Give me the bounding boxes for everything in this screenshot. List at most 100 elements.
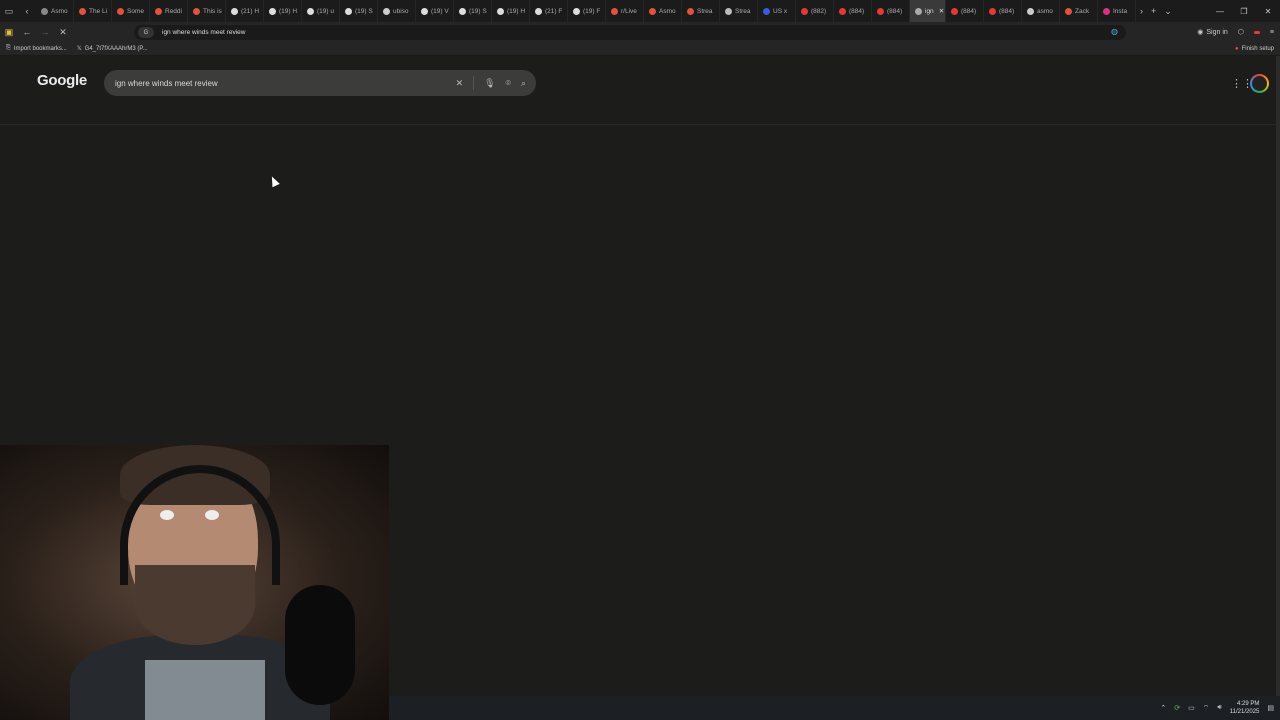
notification-icon[interactable]: ▤ xyxy=(1267,704,1274,712)
tab-favicon-icon xyxy=(497,7,504,15)
tab-list-chevron-icon[interactable]: ⌄ xyxy=(1164,6,1172,17)
site-info-icon[interactable]: G xyxy=(138,27,154,38)
browser-tab[interactable]: (19) H xyxy=(492,0,530,22)
tab-favicon-icon xyxy=(535,7,542,15)
browser-tab[interactable]: Some xyxy=(112,0,150,22)
forward-button[interactable]: → xyxy=(36,22,54,42)
google-logo[interactable]: Google xyxy=(37,72,87,89)
volume-icon[interactable]: 🔊︎ xyxy=(1217,704,1221,712)
tab-scroll-right-icon[interactable]: › xyxy=(1140,6,1143,16)
browser-tab[interactable]: Insta xyxy=(1098,0,1136,22)
extensions-icon[interactable]: ⬡ xyxy=(1238,28,1244,36)
browser-tab[interactable]: (884) xyxy=(834,0,872,22)
search-icon[interactable]: ⌕ xyxy=(521,78,526,89)
tab-favicon-icon xyxy=(839,7,846,15)
close-window-button[interactable]: ✕ xyxy=(1256,0,1280,22)
restore-button[interactable]: ❐ xyxy=(1232,0,1256,22)
clock-time: 4:29 PM xyxy=(1237,701,1260,707)
browser-tab[interactable]: (882) xyxy=(796,0,834,22)
browser-tab[interactable]: US x xyxy=(758,0,796,22)
tab-strip: ▭ ‹ Asmo The Li Some Reddi This is (21) H (19)… xyxy=(0,0,1280,22)
tray-app-icon[interactable]: ⟳ xyxy=(1174,704,1180,712)
new-tab-button[interactable]: + xyxy=(1151,6,1156,16)
clock[interactable]: 4:29 PM 11/21/2025 xyxy=(1230,700,1260,716)
browser-tab[interactable]: Strea xyxy=(720,0,758,22)
network-icon[interactable]: ⌔ xyxy=(1203,704,1210,713)
browser-tab[interactable]: (19) V xyxy=(416,0,454,22)
browser-tab[interactable]: (19) u xyxy=(302,0,340,22)
menu-icon[interactable]: ≡ xyxy=(1270,29,1274,36)
tab-label: The Li xyxy=(89,7,108,15)
shirt-print xyxy=(145,660,265,720)
sign-in-button[interactable]: ◉ Sign in xyxy=(1197,28,1228,37)
browser-tab[interactable]: (19) S xyxy=(340,0,378,22)
address-bar[interactable]: G ign where winds meet review ◍ xyxy=(134,25,1126,40)
tab-close-icon[interactable]: ✕ xyxy=(939,7,944,15)
browser-tab[interactable]: (884) xyxy=(872,0,910,22)
browser-tab[interactable]: ign ✕ xyxy=(910,0,946,22)
browser-tab[interactable]: asmo xyxy=(1022,0,1060,22)
finish-setup-button[interactable]: ● Finish setup xyxy=(1235,42,1274,56)
browser-tab[interactable]: Strea xyxy=(682,0,720,22)
stop-loading-button[interactable]: ✕ xyxy=(54,22,72,42)
tab-favicon-icon xyxy=(877,7,884,15)
microphone-icon[interactable]: 🎙︎ xyxy=(484,78,495,89)
tray-chevron-icon[interactable]: ⌃ xyxy=(1160,704,1166,712)
bookmarks-bar: ⎘ Import bookmarks... 𝕏 G4_7t7fXAAAhrM3 … xyxy=(0,42,1280,56)
tab-favicon-icon xyxy=(801,7,808,15)
tab-label: (884) xyxy=(849,7,865,15)
browser-tab[interactable]: ubiso xyxy=(378,0,416,22)
tab-label: US x xyxy=(773,7,788,15)
tab-label: (19) S xyxy=(355,7,373,15)
browser-tab[interactable]: (21) F xyxy=(530,0,568,22)
divider xyxy=(473,76,475,90)
setup-icon: ● xyxy=(1235,46,1239,52)
tab-label: Some xyxy=(127,7,144,15)
tab-scroll-left-icon[interactable]: ‹ xyxy=(18,0,36,22)
bookmark-item[interactable]: 𝕏 G4_7t7fXAAAhrM3 (P... xyxy=(77,45,148,53)
microphone xyxy=(285,585,355,705)
sidebar-icon[interactable]: ▣ xyxy=(0,22,18,42)
minimize-button[interactable]: — xyxy=(1208,0,1232,22)
tab-label: (19) F xyxy=(583,7,601,15)
tab-label: Strea xyxy=(697,7,713,15)
tray-display-icon[interactable]: ▭ xyxy=(1188,704,1195,712)
tab-favicon-icon xyxy=(915,7,922,15)
avatar[interactable] xyxy=(1250,74,1269,93)
divider xyxy=(0,124,1276,125)
clear-icon[interactable]: ✕ xyxy=(456,78,464,89)
mouse-cursor xyxy=(268,174,280,188)
browser-tab[interactable]: (884) xyxy=(946,0,984,22)
translate-icon[interactable]: ◍ xyxy=(1111,27,1118,36)
clock-date: 11/21/2025 xyxy=(1229,709,1260,715)
tab-favicon-icon xyxy=(951,7,958,15)
tab-label: Zack xyxy=(1075,7,1090,15)
browser-tab[interactable]: Asmo xyxy=(36,0,74,22)
browser-tab[interactable]: (19) S xyxy=(454,0,492,22)
browser-tab[interactable]: (884) xyxy=(984,0,1022,22)
tab-search-icon[interactable]: ▭ xyxy=(0,0,18,22)
scrollbar[interactable] xyxy=(1276,56,1280,696)
import-bookmarks[interactable]: ⎘ Import bookmarks... xyxy=(6,45,67,52)
recording-indicator-icon xyxy=(1253,29,1260,36)
tab-favicon-icon xyxy=(1065,7,1072,15)
browser-tab[interactable]: The Li xyxy=(74,0,112,22)
tab-favicon-icon xyxy=(79,7,86,15)
browser-tab[interactable]: This is xyxy=(188,0,226,22)
browser-tab[interactable]: (21) H xyxy=(226,0,264,22)
browser-tab[interactable]: Zack xyxy=(1060,0,1098,22)
browser-tab[interactable]: Asmo xyxy=(644,0,682,22)
browser-tab[interactable]: (19) H xyxy=(264,0,302,22)
tab-label: (884) xyxy=(961,7,977,15)
browser-tab[interactable]: (19) F xyxy=(568,0,606,22)
search-query: ign where winds meet review xyxy=(115,78,218,88)
back-button[interactable]: ← xyxy=(18,22,36,42)
toolbar-right: ◉ Sign in ⬡ ≡ xyxy=(1197,22,1274,42)
browser-tab[interactable]: r/Live xyxy=(606,0,644,22)
lens-icon[interactable]: ⌾ xyxy=(506,78,511,89)
tab-label: Insta xyxy=(1113,7,1128,15)
tab-label: Asmo xyxy=(659,7,676,15)
search-input[interactable]: ign where winds meet review ✕ 🎙︎ ⌾ ⌕ xyxy=(104,70,536,96)
tab-label: (884) xyxy=(999,7,1015,15)
browser-tab[interactable]: Reddi xyxy=(150,0,188,22)
